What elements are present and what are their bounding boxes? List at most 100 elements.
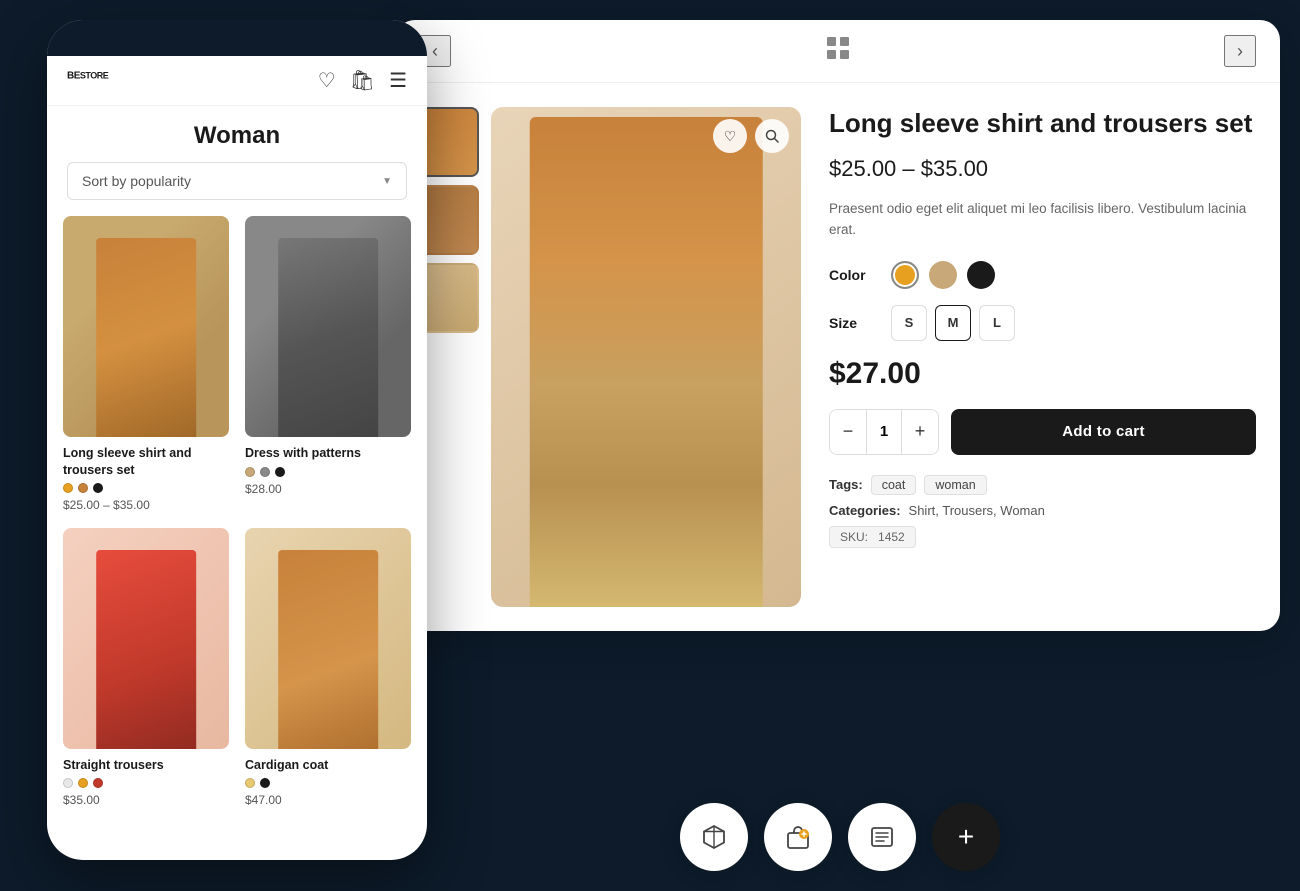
- product-detail-name: Long sleeve shirt and trousers set: [829, 107, 1256, 140]
- color-label: Color: [829, 267, 879, 283]
- product-title-2: Dress with patterns: [245, 445, 411, 461]
- product-card-3[interactable]: Straight trousers $35.00: [63, 528, 229, 808]
- product-image-4: [245, 528, 411, 749]
- size-btn-m[interactable]: M: [935, 305, 971, 341]
- product-image-2: [245, 216, 411, 437]
- product-price-1: $25.00 – $35.00: [63, 498, 229, 512]
- categories-row: Categories: Shirt, Trousers, Woman: [829, 503, 1256, 518]
- thumbnails: [419, 107, 479, 607]
- sku-label: SKU:: [840, 530, 868, 544]
- menu-icon[interactable]: ☰: [389, 68, 407, 93]
- color-dot: [260, 467, 270, 477]
- product-title-4: Cardigan coat: [245, 757, 411, 773]
- product-colors-3: [63, 778, 229, 788]
- cube-toolbar-button[interactable]: [680, 803, 748, 871]
- tags-label: Tags:: [829, 477, 863, 492]
- size-option-row: Size S M L: [829, 305, 1256, 341]
- size-btn-s[interactable]: S: [891, 305, 927, 341]
- bag-toolbar-button[interactable]: [764, 803, 832, 871]
- price-range: $25.00 – $35.00: [829, 156, 1256, 182]
- product-image-3: [63, 528, 229, 749]
- color-dot: [275, 467, 285, 477]
- store-logo: BESTORE: [67, 69, 108, 92]
- phone-status-bar: [47, 20, 427, 56]
- sku-row: SKU: 1452: [829, 526, 1256, 548]
- color-dot: [260, 778, 270, 788]
- product-price-2: $28.00: [245, 482, 411, 496]
- color-option-row: Color: [829, 261, 1256, 289]
- grid-view-icon[interactable]: [824, 34, 852, 68]
- image-actions: ♡: [713, 119, 789, 153]
- product-detail-panel: ‹ ›: [395, 20, 1280, 631]
- add-to-cart-button[interactable]: Add to cart: [951, 409, 1256, 455]
- product-model-figure: [530, 117, 763, 607]
- bottom-toolbar: +: [380, 803, 1300, 871]
- size-btn-l[interactable]: L: [979, 305, 1015, 341]
- product-description: Praesent odio eget elit aliquet mi leo f…: [829, 198, 1256, 241]
- phone-mockup: BESTORE ♡ 🛍 ☰ Woman Sort by popularity ▼: [47, 20, 427, 860]
- product-title-3: Straight trousers: [63, 757, 229, 773]
- product-figure-1: [96, 238, 196, 437]
- color-dot: [63, 483, 73, 493]
- phone-header: BESTORE ♡ 🛍 ☰: [47, 56, 427, 106]
- main-product-image: ♡: [491, 107, 801, 607]
- color-dot: [245, 778, 255, 788]
- wishlist-image-button[interactable]: ♡: [713, 119, 747, 153]
- plus-toolbar-button[interactable]: +: [932, 803, 1000, 871]
- zoom-image-button[interactable]: [755, 119, 789, 153]
- next-button[interactable]: ›: [1224, 35, 1256, 67]
- product-card-2[interactable]: Dress with patterns $28.00: [245, 216, 411, 512]
- quantity-increase-button[interactable]: +: [902, 410, 938, 454]
- detail-body: ♡ Long sleeve shirt and trousers set $25…: [395, 83, 1280, 631]
- size-buttons: S M L: [891, 305, 1015, 341]
- section-title: Woman: [47, 106, 427, 162]
- tags-row: Tags: coat woman: [829, 475, 1256, 495]
- sort-arrow-icon: ▼: [382, 176, 392, 187]
- color-dot: [245, 467, 255, 477]
- tag-coat[interactable]: coat: [871, 475, 917, 495]
- color-swatch-orange[interactable]: [891, 261, 919, 289]
- product-card-4[interactable]: Cardigan coat $47.00: [245, 528, 411, 808]
- product-figure-3: [96, 550, 196, 749]
- thumbnail-1[interactable]: [419, 107, 479, 177]
- color-dot: [78, 778, 88, 788]
- product-colors-4: [245, 778, 411, 788]
- tag-woman[interactable]: woman: [924, 475, 986, 495]
- color-swatch-black[interactable]: [967, 261, 995, 289]
- color-swatches: [891, 261, 995, 289]
- quantity-control: − 1 +: [829, 409, 939, 455]
- wishlist-icon[interactable]: ♡: [318, 68, 336, 93]
- thumbnail-2[interactable]: [419, 185, 479, 255]
- header-icons: ♡ 🛍 ☰: [318, 68, 407, 93]
- product-colors-2: [245, 467, 411, 477]
- image-section: ♡: [419, 107, 801, 607]
- add-to-cart-row: − 1 + Add to cart: [829, 409, 1256, 455]
- size-label: Size: [829, 315, 879, 331]
- phone-notch: [177, 26, 297, 50]
- product-image-1: [63, 216, 229, 437]
- quantity-decrease-button[interactable]: −: [830, 410, 866, 454]
- color-swatch-tan[interactable]: [929, 261, 957, 289]
- detail-nav: ‹ ›: [395, 20, 1280, 83]
- current-price: $27.00: [829, 357, 1256, 391]
- product-title-1: Long sleeve shirt and trousers set: [63, 445, 229, 478]
- product-price-3: $35.00: [63, 793, 229, 807]
- logo-prefix: BE: [67, 70, 80, 81]
- sort-bar[interactable]: Sort by popularity ▼: [67, 162, 407, 200]
- product-card-1[interactable]: Long sleeve shirt and trousers set $25.0…: [63, 216, 229, 512]
- quantity-value: 1: [866, 410, 902, 454]
- thumbnail-3[interactable]: [419, 263, 479, 333]
- sku-value: 1452: [878, 530, 905, 544]
- product-figure-4: [278, 550, 378, 749]
- products-grid: Long sleeve shirt and trousers set $25.0…: [47, 216, 427, 823]
- color-dot: [93, 483, 103, 493]
- product-colors-1: [63, 483, 229, 493]
- categories-label: Categories:: [829, 503, 901, 518]
- cart-icon[interactable]: 🛍: [350, 68, 375, 93]
- color-dot: [93, 778, 103, 788]
- sku-badge: SKU: 1452: [829, 526, 916, 548]
- product-figure-2: [278, 238, 378, 437]
- product-info: Long sleeve shirt and trousers set $25.0…: [801, 107, 1256, 607]
- sort-label: Sort by popularity: [82, 173, 191, 189]
- list-toolbar-button[interactable]: [848, 803, 916, 871]
